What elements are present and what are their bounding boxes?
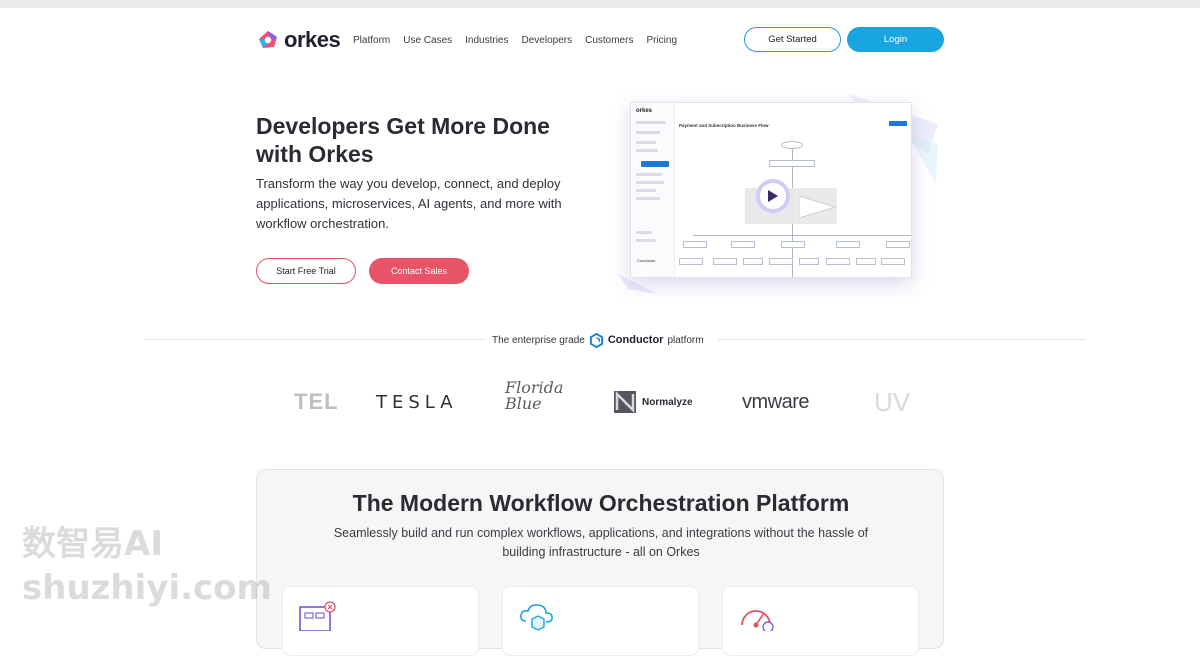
feature-card-performance[interactable] xyxy=(722,586,919,656)
feature-card-cloud[interactable] xyxy=(502,586,699,656)
workflow-connector xyxy=(693,235,911,236)
nav-use-cases[interactable]: Use Cases xyxy=(403,35,452,46)
hero-subtitle: Transform the way you develop, connect, … xyxy=(256,176,562,231)
platform-section: The Modern Workflow Orchestration Platfo… xyxy=(256,469,944,656)
workflow-node xyxy=(836,241,860,248)
florida-line2: Blue xyxy=(505,394,542,413)
workflow-start-node xyxy=(781,141,803,149)
normalyze-text: Normalyze xyxy=(642,396,693,408)
site-header: orkes Platform Use Cases Industries Deve… xyxy=(256,26,944,56)
logo-normalyze: Normalyze xyxy=(614,380,693,424)
feature-card-workflow[interactable] xyxy=(282,586,479,656)
customer-logos: TEL TESLA Florida Blue Normalyze vmware … xyxy=(280,380,920,424)
logo-tesla: TESLA xyxy=(376,391,458,413)
hero-title: Developers Get More Done with Orkes xyxy=(256,113,550,167)
watermark: 数智易AI shuzhiyi.com xyxy=(22,522,272,610)
orkes-logo[interactable]: orkes xyxy=(256,27,341,53)
enterprise-tagline: The enterprise grade Conductor platform xyxy=(488,331,708,349)
logo-vmware: vmware xyxy=(742,390,810,413)
preview-sidebar-item xyxy=(636,239,656,242)
play-video-button[interactable] xyxy=(756,179,790,213)
login-button[interactable]: Login xyxy=(847,27,944,52)
tagline-prefix: The enterprise grade xyxy=(492,334,585,346)
nav-industries[interactable]: Industries xyxy=(465,35,508,46)
play-icon xyxy=(760,183,786,209)
preview-sidebar-item xyxy=(636,173,662,176)
preview-conductor-label: Conductor xyxy=(637,258,656,263)
workflow-node xyxy=(826,258,850,265)
preview-logo: orkes xyxy=(636,108,653,114)
workflow-node xyxy=(769,160,815,167)
platform-subtitle: Seamlessly build and run complex workflo… xyxy=(333,526,869,559)
workflow-node xyxy=(743,258,763,265)
workflow-node xyxy=(881,258,905,265)
conductor-wordmark: Conductor xyxy=(607,334,664,346)
preview-sidebar-active xyxy=(641,161,669,167)
preview-sidebar-item xyxy=(636,131,660,134)
workflow-node xyxy=(679,258,703,265)
preview-window: orkes Conductor Payment and Subscription… xyxy=(630,102,912,278)
browser-top-strip xyxy=(0,0,1200,8)
speed-gauge-icon xyxy=(741,610,774,631)
watermark-line2: shuzhiyi.com xyxy=(22,568,272,608)
main-nav: Platform Use Cases Industries Developers… xyxy=(353,35,677,46)
conductor-logo-icon xyxy=(589,332,603,348)
workflow-node xyxy=(769,258,793,265)
watermark-line1: 数智易AI xyxy=(22,524,163,564)
get-started-button[interactable]: Get Started xyxy=(744,27,841,52)
nav-platform[interactable]: Platform xyxy=(353,35,390,46)
logo-uv: UV xyxy=(874,386,911,417)
nav-pricing[interactable]: Pricing xyxy=(646,35,677,46)
preview-sidebar-item xyxy=(636,189,656,192)
logo-florida-blue: Florida Blue xyxy=(505,380,563,424)
platform-title: The Modern Workflow Orchestration Platfo… xyxy=(352,490,850,516)
workflow-node xyxy=(781,241,805,248)
preview-sidebar-item xyxy=(636,197,660,200)
divider-line-right xyxy=(718,339,1086,340)
workflow-node xyxy=(683,241,707,248)
divider-line-left xyxy=(144,339,484,340)
cloud-infrastructure-icon xyxy=(520,604,553,631)
normalyze-mark-icon xyxy=(614,391,636,413)
product-preview: orkes Conductor Payment and Subscription… xyxy=(618,94,938,299)
workflow-node xyxy=(856,258,876,265)
preview-sidebar: orkes Conductor xyxy=(631,103,675,277)
preview-run-button xyxy=(889,121,907,126)
orkes-logo-icon xyxy=(259,31,277,48)
preview-sidebar-item xyxy=(636,121,666,124)
workflow-node xyxy=(799,258,819,265)
preview-sidebar-item xyxy=(636,141,656,144)
preview-sidebar-item xyxy=(636,181,664,184)
workflow-builder-icon xyxy=(299,601,336,631)
workflow-node xyxy=(886,241,910,248)
start-free-trial-button[interactable]: Start Free Trial xyxy=(256,258,356,284)
preview-workflow-title: Payment and Subscription Business Flow xyxy=(679,123,769,128)
nav-developers[interactable]: Developers xyxy=(522,35,573,46)
preview-sidebar-item xyxy=(636,149,658,152)
workflow-node xyxy=(713,258,737,265)
nav-customers[interactable]: Customers xyxy=(585,35,633,46)
tagline-suffix: platform xyxy=(667,334,704,346)
logo-text: orkes xyxy=(284,27,341,52)
diagram-arrow-icon xyxy=(799,196,835,218)
logo-tel: TEL xyxy=(294,389,339,414)
contact-sales-button[interactable]: Contact Sales xyxy=(369,258,469,284)
preview-sidebar-item xyxy=(636,231,652,234)
workflow-node xyxy=(731,241,755,248)
